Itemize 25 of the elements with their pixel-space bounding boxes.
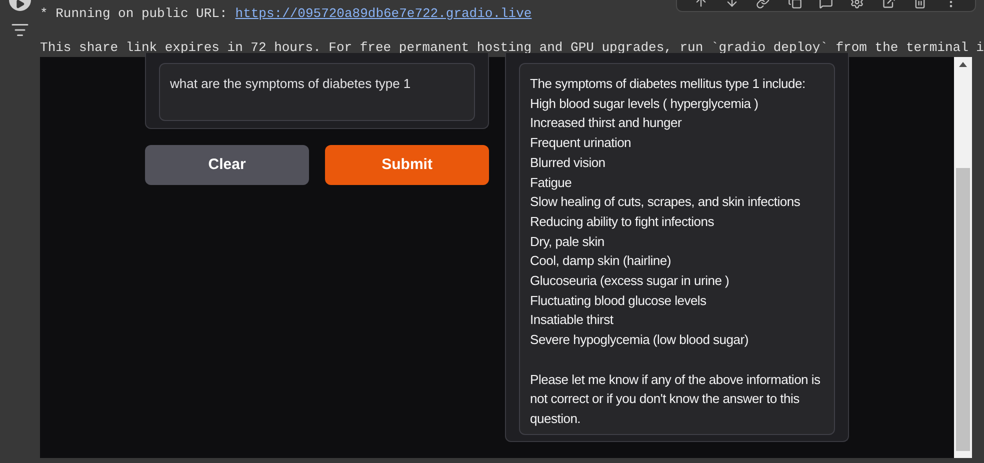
scroll-up-icon[interactable] [959,61,968,67]
clear-button[interactable]: Clear [145,145,310,185]
console-text: This share link expires in 72 hours. For free permanent hosting and GPU upgrades, run `gradio deploy` from the terminal i [40,40,984,55]
url-link[interactable]: https://095720a89db6e7e722.gradio.live [235,4,532,24]
answer-line: Fluctuating blood glucose levels [530,292,708,310]
console-text: * Running on public URL: [40,5,228,23]
question-field[interactable]: what are the symptoms of diabetes type 1 [159,63,476,121]
answer-line: Fatigue [530,174,573,192]
answer-line: Frequent urination [530,134,632,152]
play-icon [15,0,26,9]
answer-line: Insatiable thirst [530,311,614,330]
answer-line: High blood sugar levels ( hyperglycemia ) [530,94,760,113]
answer-line: Reducing ability to fight infections [530,212,715,231]
answer-line: Glucoseuria (excess sugar in urine ) [530,272,730,290]
answer-line: Cool, damp skin (hairline) [530,252,672,270]
answer-line: Slow healing of cuts, scrapes, and skin infections [530,193,802,212]
answer-line: Dry, pale skin [530,232,606,251]
submit-button[interactable]: Submit [325,145,490,185]
answer-line: Increased thirst and hunger [530,114,683,132]
scrollbar-thumb[interactable] [956,168,970,451]
answer-line: The symptoms of diabetes mellitus type 1 include: [530,75,806,93]
scrollbar[interactable] [954,57,972,458]
answer-line: Blurred vision [530,154,606,172]
answer-line: Severe hypoglycemia (low blood sugar) [530,331,750,350]
answer-note: Please let me know if any of the above information is not correct or if you don't know the answer to this question. [530,370,822,428]
